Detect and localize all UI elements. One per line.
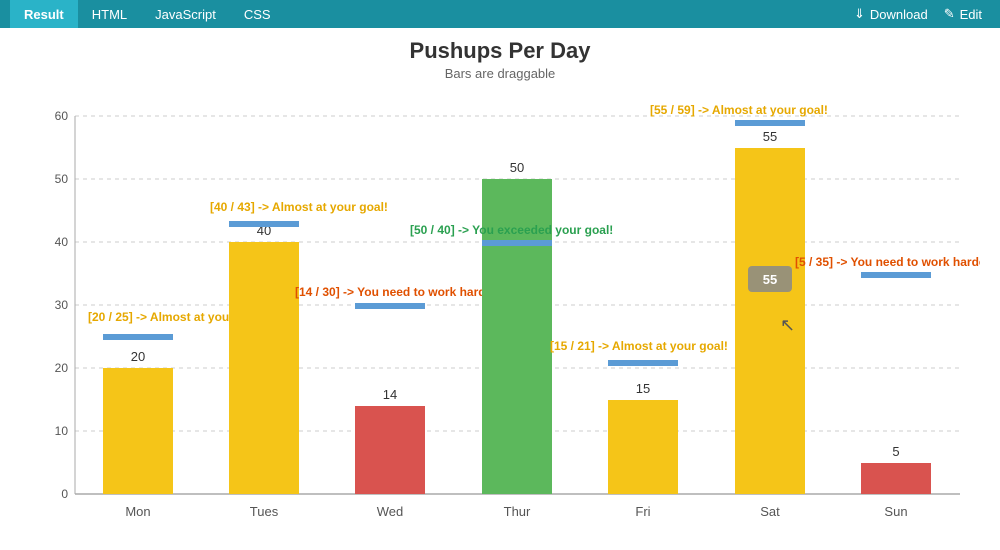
goal-handle-mon[interactable]: [103, 334, 173, 340]
bar-wed[interactable]: [355, 406, 425, 494]
xlabel-thur: Thur: [504, 504, 531, 519]
download-icon: ⇓: [854, 6, 865, 22]
value-fri: 15: [636, 381, 650, 396]
annotation-fri: [15 / 21] -> Almost at your goal!: [550, 339, 728, 353]
xlabel-tues: Tues: [250, 504, 279, 519]
chart-title: Pushups Per Day: [20, 38, 980, 64]
tooltip-text-sat: 55: [763, 272, 777, 287]
chart-container: Pushups Per Day Bars are draggable 60 50…: [0, 28, 1000, 550]
goal-handle-sun[interactable]: [861, 272, 931, 278]
chart-subtitle: Bars are draggable: [20, 66, 980, 81]
y-label-40: 40: [55, 235, 69, 249]
annotation-tues: [40 / 43] -> Almost at your goal!: [210, 200, 388, 214]
value-thur: 50: [510, 160, 524, 175]
tab-css[interactable]: CSS: [230, 0, 285, 28]
annotation-sat: [55 / 59] -> Almost at your goal!: [650, 103, 828, 117]
chart-svg: 60 50 40 30 20 10 0 20: [20, 91, 980, 541]
xlabel-mon: Mon: [125, 504, 150, 519]
bar-sun[interactable]: [861, 463, 931, 494]
y-label-30: 30: [55, 298, 69, 312]
bar-tues[interactable]: [229, 242, 299, 494]
y-label-0: 0: [61, 487, 68, 501]
goal-handle-wed[interactable]: [355, 303, 425, 309]
bar-mon[interactable]: [103, 368, 173, 494]
download-label: Download: [870, 7, 928, 22]
xlabel-sat: Sat: [760, 504, 780, 519]
goal-handle-sat[interactable]: [735, 120, 805, 126]
annotation-thur: [50 / 40] -> You exceeded your goal!: [410, 223, 613, 237]
bar-fri[interactable]: [608, 400, 678, 494]
y-label-50: 50: [55, 172, 69, 186]
tab-result[interactable]: Result: [10, 0, 78, 28]
annotation-wed: [14 / 30] -> You need to work harder!: [295, 285, 501, 299]
edit-icon: ✎: [944, 6, 955, 22]
y-label-10: 10: [55, 424, 69, 438]
download-button[interactable]: ⇓ Download: [846, 6, 936, 22]
goal-handle-thur[interactable]: [482, 240, 552, 246]
value-mon: 20: [131, 349, 145, 364]
xlabel-sun: Sun: [884, 504, 907, 519]
xlabel-wed: Wed: [377, 504, 404, 519]
annotation-sun: [5 / 35] -> You need to work harder!: [795, 255, 980, 269]
tab-javascript[interactable]: JavaScript: [141, 0, 230, 28]
tab-html[interactable]: HTML: [78, 0, 141, 28]
y-label-20: 20: [55, 361, 69, 375]
value-sun: 5: [892, 444, 899, 459]
xlabel-fri: Fri: [635, 504, 650, 519]
goal-handle-tues[interactable]: [229, 221, 299, 227]
y-label-60: 60: [55, 109, 69, 123]
edit-button[interactable]: ✎ Edit: [936, 6, 990, 22]
goal-handle-fri[interactable]: [608, 360, 678, 366]
edit-label: Edit: [960, 7, 982, 22]
value-sat: 55: [763, 129, 777, 144]
value-wed: 14: [383, 387, 397, 402]
cursor-icon: ↖: [780, 315, 795, 335]
chart-area: 60 50 40 30 20 10 0 20: [20, 91, 980, 541]
topnav: Result HTML JavaScript CSS ⇓ Download ✎ …: [0, 0, 1000, 28]
